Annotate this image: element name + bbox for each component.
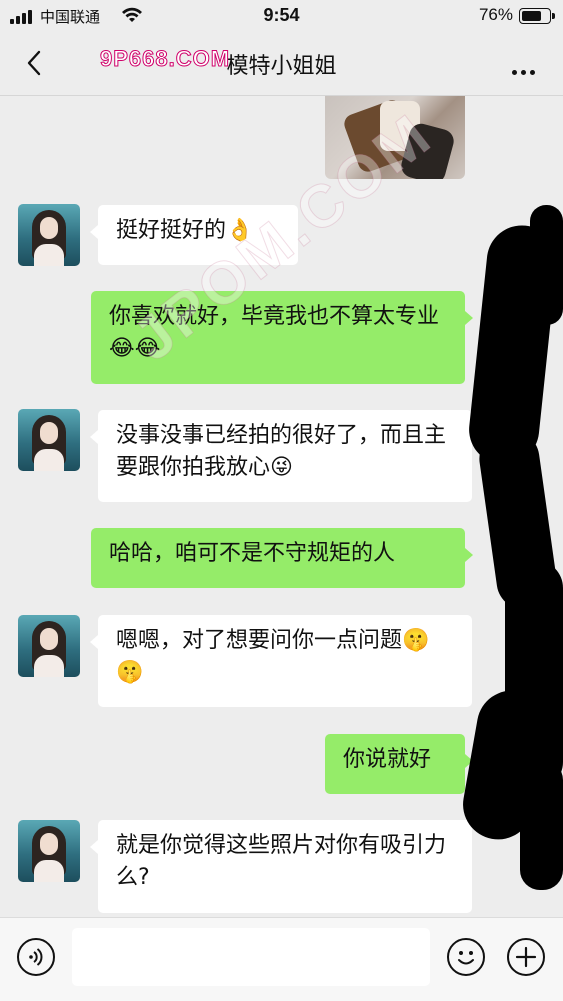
smiley-icon (458, 951, 474, 965)
message-bubble: 哈哈，咱可不是不守规矩的人 (91, 528, 473, 588)
message-bubble: 没事没事已经拍的很好了，而且主要跟你拍我放心😜 (90, 410, 472, 502)
battery-percent: 76% (478, 5, 513, 24)
contact-avatar[interactable] (18, 615, 80, 677)
more-actions-button[interactable] (507, 938, 545, 976)
message-text-field[interactable] (72, 928, 430, 986)
battery-icon (519, 8, 555, 24)
contact-avatar[interactable] (18, 204, 80, 266)
header-divider (0, 95, 563, 96)
more-options-icon[interactable] (508, 60, 535, 79)
contact-avatar[interactable] (18, 409, 80, 471)
voice-input-button[interactable] (17, 938, 55, 976)
plus-icon (515, 946, 537, 968)
emoji-button[interactable] (447, 938, 485, 976)
message-bubble: 嗯嗯，对了想要问你一点问题🤫🤫 (90, 615, 472, 707)
status-bar: 中国联通 9:54 76% (0, 0, 563, 32)
site-watermark: 9P668.COM (99, 46, 231, 72)
message-input-bar (0, 917, 563, 1001)
voice-icon (29, 948, 43, 966)
chat-title: 模特小姐姐 (226, 54, 337, 79)
message-bubble: 就是你觉得这些照片对你有吸引力么? (90, 820, 472, 913)
contact-avatar[interactable] (18, 820, 80, 882)
chat-header: 模特小姐姐 9P668.COM (0, 32, 563, 94)
message-bubble: 你说就好 (325, 734, 473, 794)
